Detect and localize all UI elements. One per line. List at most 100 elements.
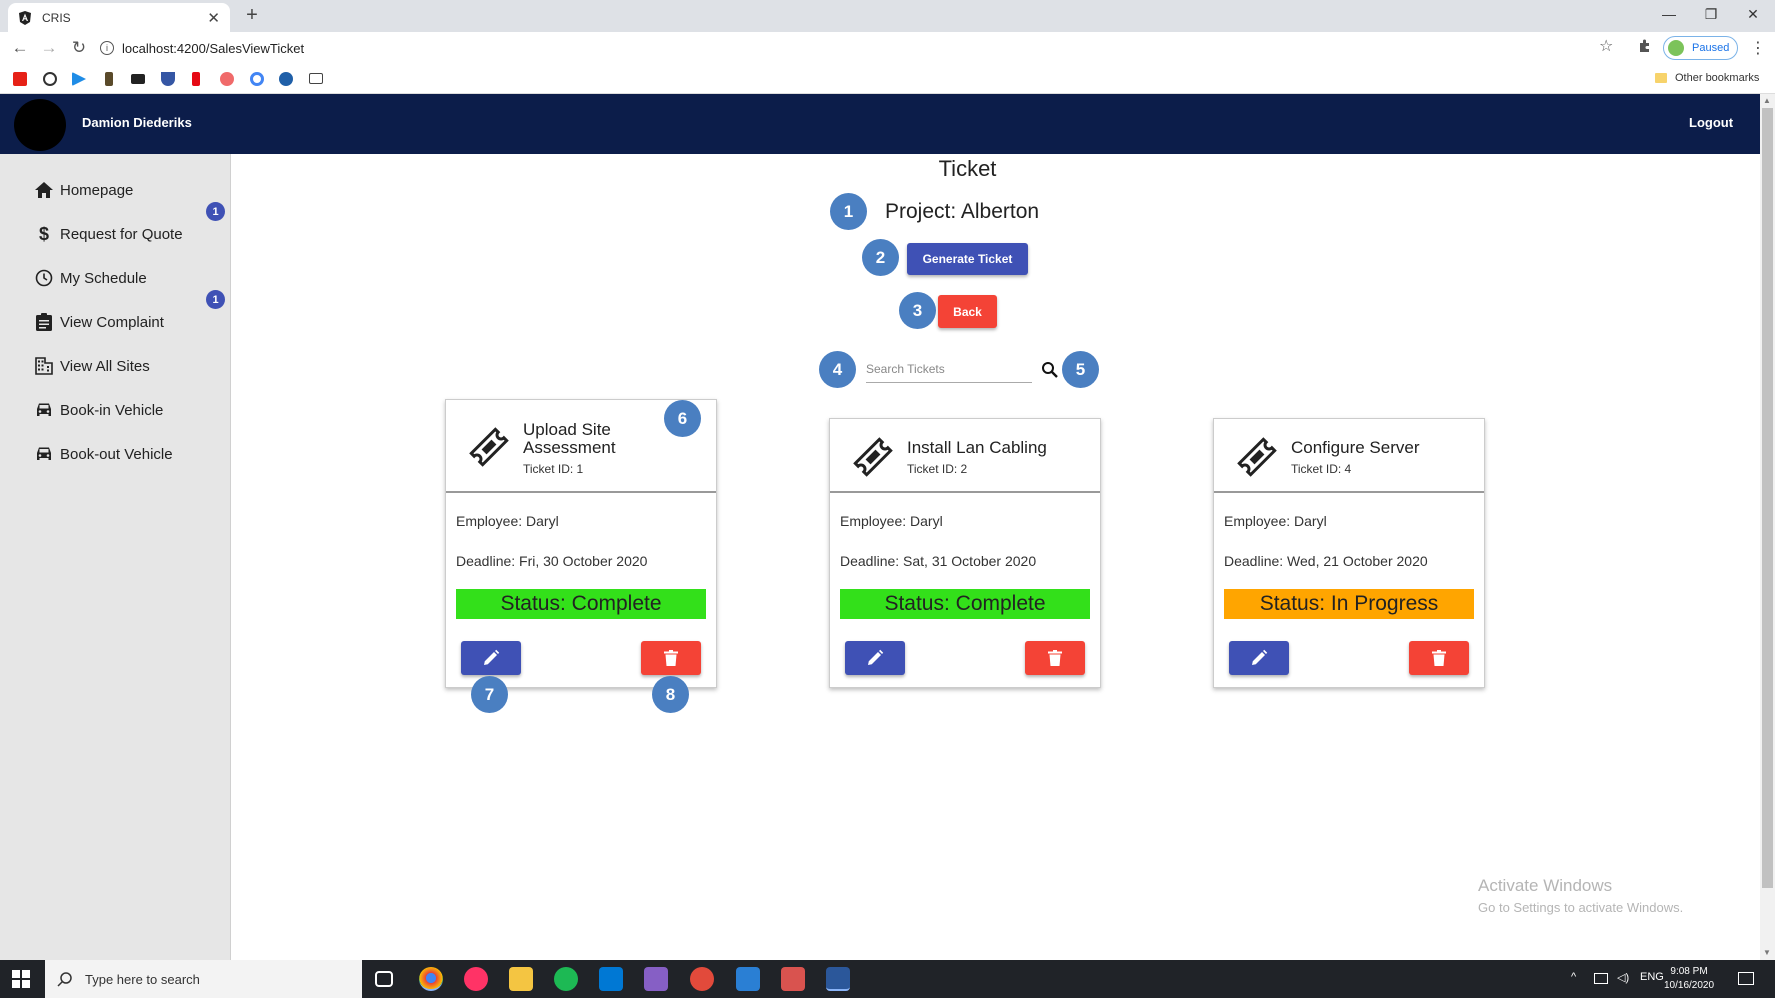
mail-icon[interactable] xyxy=(690,967,714,991)
chrome-icon[interactable] xyxy=(419,967,443,991)
search-input[interactable] xyxy=(866,355,1032,383)
clock-icon xyxy=(34,268,54,288)
task-view-icon[interactable] xyxy=(375,971,393,987)
youtube-icon[interactable] xyxy=(13,72,27,86)
bookmark-star-icon[interactable]: ☆ xyxy=(1599,36,1613,56)
snipping-icon[interactable] xyxy=(781,967,805,991)
netflix-icon[interactable] xyxy=(192,72,200,86)
close-icon[interactable]: ✕ xyxy=(207,9,220,27)
ticket-id: Ticket ID: 4 xyxy=(1291,462,1352,476)
asana-icon[interactable] xyxy=(220,72,234,86)
window-close-button[interactable]: ✕ xyxy=(1733,2,1773,26)
pencil-icon xyxy=(484,649,500,665)
avatar[interactable] xyxy=(14,99,66,151)
bookmarks-bar: Other bookmarks xyxy=(0,64,1775,94)
ticket-icon xyxy=(853,437,893,477)
forward-arrow-icon[interactable]: → xyxy=(36,38,62,58)
pencil-icon xyxy=(868,649,884,665)
profile-status: Paused xyxy=(1692,42,1730,54)
speedometer-icon[interactable] xyxy=(43,72,57,86)
taskbar-clock[interactable]: 9:08 PM 10/16/2020 xyxy=(1664,965,1714,993)
new-tab-button[interactable]: + xyxy=(240,4,264,27)
sidebar-item-label: Book-out Vehicle xyxy=(60,445,173,463)
info-icon[interactable]: i xyxy=(100,41,114,55)
language-indicator[interactable]: ENG xyxy=(1640,971,1664,983)
restore-button[interactable]: ❐ xyxy=(1691,2,1731,26)
reload-icon[interactable]: ↻ xyxy=(66,38,92,58)
ticket-icon xyxy=(469,427,509,467)
sidebar-item-book-out-vehicle[interactable]: Book-out Vehicle xyxy=(34,444,173,464)
itunes-icon[interactable] xyxy=(464,967,488,991)
ticket-title: Install Lan Cabling xyxy=(907,438,1047,457)
sidebar-item-my-schedule[interactable]: My Schedule xyxy=(34,268,147,288)
sidebar-item-label: Book-in Vehicle xyxy=(60,401,164,419)
scroll-down-icon[interactable]: ▼ xyxy=(1763,948,1771,957)
network-icon[interactable] xyxy=(1594,973,1608,984)
trash-icon xyxy=(1432,650,1446,666)
sidebar-item-book-in-vehicle[interactable]: Book-in Vehicle xyxy=(34,400,163,420)
other-bookmarks[interactable]: Other bookmarks xyxy=(1655,72,1759,84)
clock-time: 9:08 PM xyxy=(1670,966,1708,977)
delete-button[interactable] xyxy=(1409,641,1469,675)
shield-icon[interactable] xyxy=(161,72,175,86)
generate-ticket-button[interactable]: Generate Ticket xyxy=(907,243,1028,275)
edit-button[interactable] xyxy=(845,641,905,675)
sidebar-item-view-all-sites[interactable]: View All Sites xyxy=(34,356,150,376)
address-bar[interactable]: i localhost:4200/SalesViewTicket xyxy=(100,36,1625,60)
step-marker-4: 4 xyxy=(819,351,856,388)
tree-icon[interactable] xyxy=(105,72,113,86)
ticket-card-header: Configure Server Ticket ID: 4 xyxy=(1214,419,1484,493)
sidebar-item-label: View Complaint xyxy=(60,313,164,331)
extensions-icon[interactable] xyxy=(1637,38,1653,54)
minimize-button[interactable]: — xyxy=(1649,2,1689,26)
ticket-title: Configure Server xyxy=(1291,438,1420,457)
lr-icon[interactable] xyxy=(309,73,323,84)
menu-icon[interactable]: ⋮ xyxy=(1750,38,1766,58)
logout-link[interactable]: Logout xyxy=(1689,115,1733,130)
word-icon[interactable] xyxy=(826,967,850,991)
back-button[interactable]: Back xyxy=(938,295,997,328)
project-title: Project: Alberton xyxy=(885,200,1040,223)
delete-button[interactable] xyxy=(641,641,701,675)
profile-button[interactable]: Paused xyxy=(1663,36,1738,60)
file-explorer-icon[interactable] xyxy=(509,967,533,991)
search-icon[interactable] xyxy=(1041,361,1059,379)
delete-button[interactable] xyxy=(1025,641,1085,675)
scroll-thumb[interactable] xyxy=(1762,108,1773,888)
visual-studio-icon[interactable] xyxy=(644,967,668,991)
taskbar: Type here to search ^ ◁) ENG 9:08 PM 10/… xyxy=(0,960,1775,998)
windows-start-icon[interactable] xyxy=(12,970,30,988)
play-icon[interactable] xyxy=(72,72,86,86)
ticket-employee: Employee: Daryl xyxy=(840,513,943,529)
user-name: Damion Diederiks xyxy=(82,115,192,130)
folder-icon xyxy=(1655,73,1667,83)
sphere-icon[interactable] xyxy=(279,72,293,86)
edit-button[interactable] xyxy=(461,641,521,675)
angular-icon xyxy=(18,10,32,25)
app-header: Damion Diederiks Logout xyxy=(0,94,1760,154)
edit-button[interactable] xyxy=(1229,641,1289,675)
sidebar-item-label: View All Sites xyxy=(60,357,150,375)
google-icon[interactable] xyxy=(250,72,264,86)
taskbar-search[interactable]: Type here to search xyxy=(45,960,362,998)
back-arrow-icon[interactable]: ← xyxy=(7,38,33,58)
spotify-icon[interactable] xyxy=(554,967,578,991)
ticket-icon xyxy=(1237,437,1277,477)
sidebar-item-view-complaint[interactable]: View Complaint xyxy=(34,312,164,332)
volume-icon[interactable]: ◁) xyxy=(1617,971,1629,984)
scroll-up-icon[interactable]: ▲ xyxy=(1763,96,1771,105)
imdb-icon[interactable] xyxy=(131,74,145,84)
notification-badge: 1 xyxy=(206,202,225,221)
page-title: Ticket xyxy=(938,156,997,181)
step-marker-2: 2 xyxy=(862,239,899,276)
page-scrollbar[interactable]: ▲ ▼ xyxy=(1760,94,1775,960)
browser-tab[interactable]: CRIS ✕ xyxy=(8,3,230,32)
sidebar-item-request-for-quote[interactable]: $ Request for Quote xyxy=(34,224,183,244)
sidebar-item-homepage[interactable]: Homepage xyxy=(34,180,133,200)
clock-date: 10/16/2020 xyxy=(1664,980,1715,991)
vscode-icon[interactable] xyxy=(599,967,623,991)
chevron-up-icon[interactable]: ^ xyxy=(1571,971,1576,983)
ticket-deadline: Deadline: Sat, 31 October 2020 xyxy=(840,553,1037,569)
notifications-icon[interactable] xyxy=(1738,972,1754,985)
photos-icon[interactable] xyxy=(736,967,760,991)
